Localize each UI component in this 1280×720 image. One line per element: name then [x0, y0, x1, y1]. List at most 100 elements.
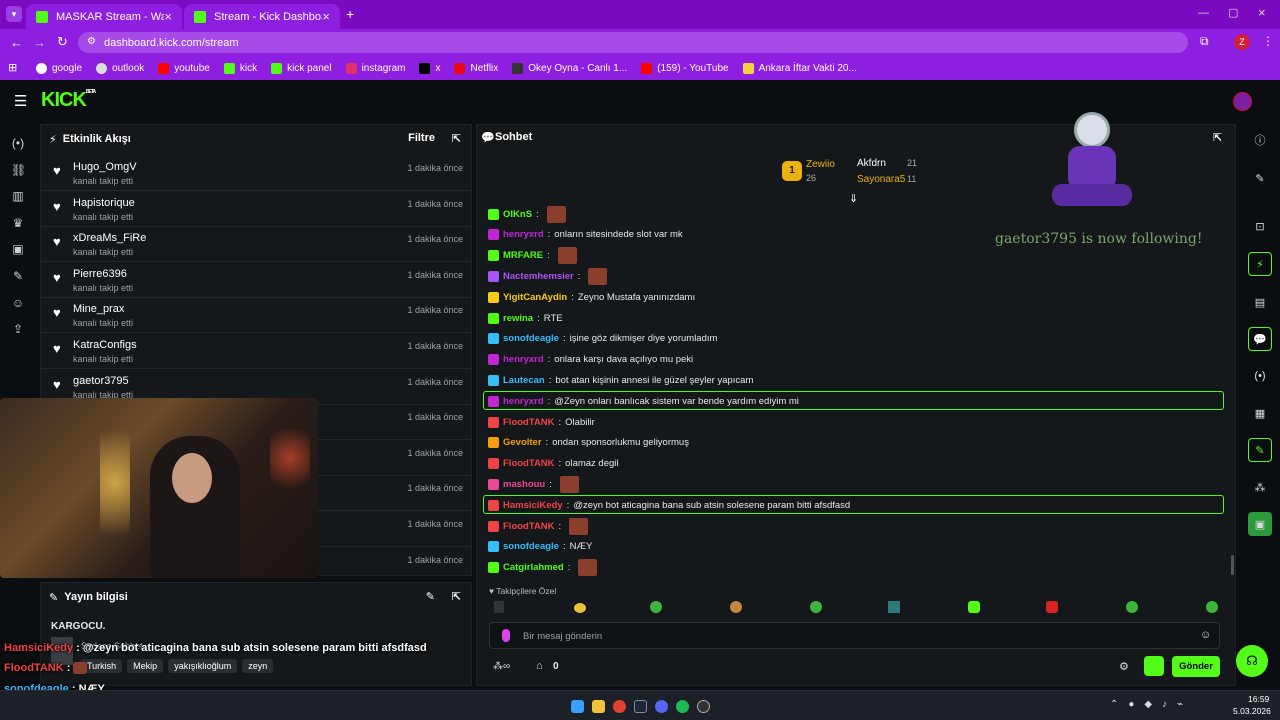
support-headset-button[interactable]: ☊ [1236, 645, 1268, 677]
emote-icon[interactable] [574, 603, 586, 613]
chat-username[interactable]: OIKnS [503, 209, 532, 220]
popout-icon[interactable]: ⇱ [452, 132, 461, 145]
browser-menu-icon[interactable]: ⋮ [1262, 34, 1274, 48]
chat-username[interactable]: HamsiciKedy [503, 500, 563, 511]
emote-icon[interactable] [1206, 601, 1218, 613]
popout-icon[interactable]: ⇱ [452, 590, 461, 603]
chat-scrollbar[interactable] [1231, 555, 1234, 575]
activity-item[interactable]: ♥ KatraConfigs kanalı takip etti 1 dakika ö… [41, 333, 471, 369]
chat-username[interactable]: sonofdeagle [503, 333, 559, 344]
bookmark-youtube[interactable]: youtube [158, 62, 210, 74]
emote-icon[interactable] [650, 601, 662, 613]
close-tab-icon[interactable]: × [322, 9, 330, 24]
chat-message[interactable]: Nactemhemsier: [488, 267, 608, 285]
bookmark-outlook[interactable]: outlook [96, 62, 144, 74]
maximize-window-icon[interactable]: ▢ [1228, 6, 1238, 19]
kick-bot-icon[interactable] [1144, 656, 1164, 676]
chat-username[interactable]: henryxrd [503, 396, 544, 407]
spotify-icon[interactable] [676, 700, 689, 713]
chat-username[interactable]: henryxrd [503, 229, 544, 240]
analytics-icon[interactable]: ▥ [11, 189, 25, 203]
emote-icon[interactable] [888, 601, 900, 613]
reload-icon[interactable]: ↻ [57, 34, 68, 50]
chat-username[interactable]: Gevolter [503, 437, 542, 448]
chat-username[interactable]: MRFARE [503, 250, 543, 261]
chat-message[interactable]: FloodTANK: Olabilir [488, 413, 595, 431]
wrench-icon[interactable]: ✎ [11, 269, 25, 283]
emote-icon[interactable] [810, 601, 822, 613]
user-avatar[interactable] [1233, 92, 1252, 111]
users-icon[interactable]: ☺ [11, 296, 25, 310]
chat-message[interactable]: Gevolter: ondan sponsorlukmu geliyormuş [488, 434, 689, 452]
windows-start-icon[interactable] [571, 700, 584, 713]
chat-username[interactable]: rewina [503, 313, 533, 324]
tab-kick-dashboard[interactable]: Stream - Kick Dashboard × [184, 4, 340, 29]
mic-icon[interactable] [502, 629, 510, 642]
chat-message[interactable]: henryxrd: @Zeyn onları banlıcak sistem va… [488, 392, 799, 410]
chat-username[interactable]: YigitCanAydin [503, 292, 567, 303]
close-window-icon[interactable]: × [1258, 5, 1266, 20]
address-bar[interactable]: ⚙ dashboard.kick.com/stream [78, 32, 1188, 53]
chat-message[interactable]: MRFARE: [488, 247, 577, 265]
share-icon[interactable]: ⁂ [1248, 475, 1272, 499]
bookmark-okey[interactable]: Okey Oyna - Canlı 1... [512, 62, 627, 74]
chat-username[interactable]: Lautecan [503, 375, 545, 386]
activity-item[interactable]: ♥ Hapistorique kanalı takip etti 1 dakika ö… [41, 191, 471, 227]
info-icon[interactable]: ⓘ [1248, 128, 1272, 152]
send-button[interactable]: Gönder [1172, 656, 1220, 677]
trophy-icon[interactable]: ♛ [11, 216, 25, 230]
link-icon[interactable]: ⛓ [11, 163, 26, 177]
edit-pen-icon[interactable]: ✎ [1248, 166, 1272, 190]
back-icon[interactable]: ← [10, 35, 23, 50]
chat-username[interactable]: FloodTANK [503, 417, 555, 428]
bookmark-youtube-159[interactable]: (159) - YouTube [641, 62, 729, 74]
broadcast-panel-icon[interactable]: (•) [1248, 364, 1272, 388]
bolt-panel-icon[interactable]: ⚡ [1248, 252, 1272, 276]
game-icon[interactable]: ▣ [1248, 512, 1272, 536]
chat-settings-icon[interactable]: ⚙ [1119, 660, 1129, 673]
discord-icon[interactable] [655, 700, 668, 713]
chrome-icon[interactable] [613, 700, 626, 713]
site-info-icon[interactable]: ⚙ [87, 36, 96, 47]
chat-message[interactable]: Lautecan: bot atan kişinin annesi ile güz… [488, 371, 753, 389]
chat-message[interactable]: YigitCanAydin: Zeyno Mustafa yanınızdamı [488, 288, 695, 306]
tab-search-button[interactable]: ▾ [6, 6, 22, 22]
chat-input-box[interactable]: Bir mesaj gönderin ☺ [489, 622, 1220, 649]
bookmark-ankara-iftar[interactable]: Ankara İftar Vakti 20... [742, 62, 857, 74]
chat-message[interactable]: HamsiciKedy: @zeyn bot aticagina bana sub… [488, 496, 850, 514]
chat-message[interactable]: mashouu: [488, 475, 579, 493]
forward-icon[interactable]: → [33, 35, 46, 50]
activity-item[interactable]: ♥ Pierre6396 kanalı takip etti 1 dakika önc… [41, 262, 471, 298]
bookmark-netflix[interactable]: Netflix [454, 62, 498, 74]
emote-icon[interactable] [968, 601, 980, 613]
steam-icon[interactable] [634, 700, 647, 713]
chat-message[interactable]: henryxrd: onların sitesindede slot var mk [488, 226, 683, 244]
chat-username[interactable]: FloodTANK [503, 521, 555, 532]
extensions-icon[interactable]: ⧉ [1200, 34, 1209, 49]
broadcast-icon[interactable]: (•) [11, 136, 25, 150]
media-icon[interactable]: ▣ [11, 242, 25, 256]
chat-message[interactable]: Catgirlahmed: [488, 559, 598, 577]
notes-icon[interactable]: ▤ [1248, 290, 1272, 314]
pin-scroll-icon[interactable]: ⇓ [849, 192, 858, 205]
chat-message[interactable]: henryxrd: onlara karşı dava açılıyo mu pe… [488, 351, 693, 369]
bookmark-instagram[interactable]: instagram [345, 62, 405, 74]
close-tab-icon[interactable]: × [164, 9, 172, 24]
emote-icon[interactable] [730, 601, 742, 613]
upload-icon[interactable]: ⇪ [11, 322, 25, 336]
hamburger-menu-icon[interactable]: ☰ [14, 92, 27, 110]
obs-icon[interactable] [697, 700, 710, 713]
store-icon[interactable]: ⌂ [536, 660, 543, 672]
chat-message[interactable]: OIKnS: [488, 205, 566, 223]
chat-message[interactable]: rewina: RTE [488, 309, 563, 327]
edit-icon[interactable]: ✎ [426, 590, 435, 603]
chat-message[interactable]: FloodTANK: [488, 517, 589, 535]
activity-item[interactable]: ♥ Mine_prax kanalı takip etti 1 dakika önce [41, 297, 471, 334]
tab-maskar[interactable]: MASKAR Stream - Watch Live o × [26, 4, 182, 29]
points-icon[interactable]: ⁂∞ [493, 661, 510, 672]
chat-username[interactable]: Nactemhemsier [503, 271, 574, 282]
profile-avatar[interactable]: Z [1234, 34, 1250, 50]
apps-grid-icon[interactable]: ⊞ [8, 61, 17, 74]
activity-item[interactable]: ♥ Hugo_OmgV kanalı takip etti 1 dakika önce [41, 155, 471, 191]
tools-icon[interactable]: ✎ [1248, 438, 1272, 462]
